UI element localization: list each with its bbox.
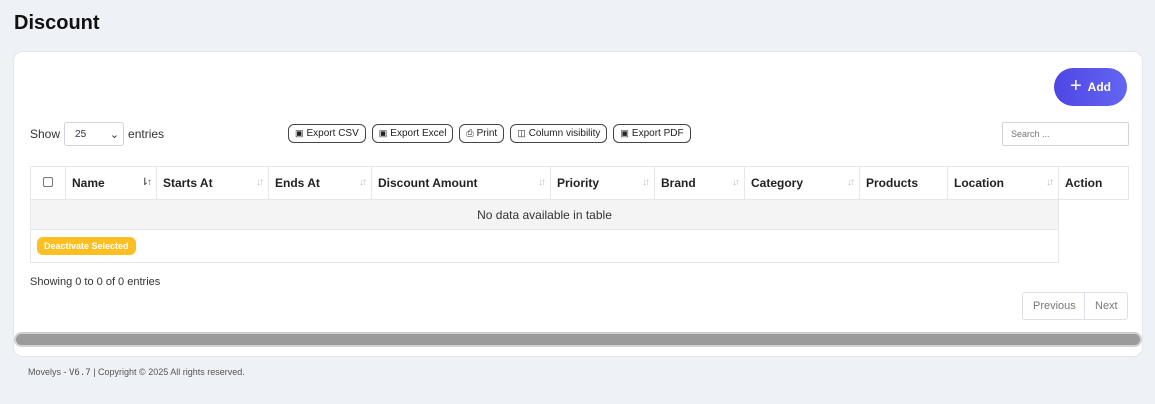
column-label: Name	[72, 176, 105, 190]
column-header-starts-at[interactable]: Starts At ↓↑	[156, 166, 269, 200]
column-header-location[interactable]: Location ↓↑	[947, 166, 1059, 200]
print-button[interactable]: ⎙ Print	[459, 124, 505, 143]
page-length-control: Show 25 ⌄ entries	[30, 122, 164, 146]
page-title: Discount	[14, 12, 100, 34]
column-label: Discount Amount	[378, 176, 478, 190]
select-all-header[interactable]	[30, 166, 66, 200]
sort-icon: ↓↑	[732, 177, 740, 188]
discount-table: Name ⇂↑ Starts At ↓↑ Ends At ↓↑ Discount…	[30, 166, 1129, 263]
page-length-value: 25	[75, 128, 87, 140]
file-csv-icon: ▣	[295, 128, 304, 138]
page-length-select[interactable]: 25 ⌄	[64, 122, 125, 146]
next-page-button[interactable]: Next	[1084, 292, 1128, 320]
export-csv-label: Export CSV	[306, 128, 359, 139]
column-label: Products	[866, 176, 919, 190]
export-pdf-label: Export PDF	[631, 128, 684, 139]
export-excel-button[interactable]: ▣ Export Excel	[371, 124, 454, 143]
footer: Movelys - V6.7 | Copyright © 2025 All ri…	[28, 367, 245, 378]
show-label: Show	[30, 127, 61, 141]
sort-icon: ↓↑	[1046, 177, 1054, 188]
column-label: Location	[954, 176, 1004, 190]
table-footer-row: Deactivate Selected	[30, 229, 1129, 263]
column-label: Category	[751, 176, 804, 190]
footer-version: V6.7	[69, 368, 91, 378]
footer-brand: Movelys -	[28, 367, 70, 377]
column-header-products: Products	[859, 166, 948, 200]
add-button-label: Add	[1087, 80, 1111, 94]
column-label: Priority	[557, 176, 600, 190]
column-visibility-button[interactable]: ◫ Column visibility	[510, 124, 608, 143]
footer-copyright: | Copyright © 2025 All rights reserved.	[90, 367, 245, 377]
sort-icon: ↓↑	[256, 177, 264, 188]
column-header-brand[interactable]: Brand ↓↑	[654, 166, 745, 200]
deactivate-selected-button[interactable]: Deactivate Selected	[37, 237, 136, 255]
file-pdf-icon: ▣	[620, 128, 629, 138]
column-label: Starts At	[163, 176, 213, 190]
file-excel-icon: ▣	[378, 128, 388, 138]
column-label: Action	[1065, 176, 1103, 190]
column-header-action: Action	[1058, 166, 1129, 200]
add-button[interactable]: + Add	[1054, 68, 1127, 106]
horizontal-scrollbar[interactable]	[14, 332, 1142, 347]
print-label: Print	[476, 128, 498, 139]
select-all-checkbox[interactable]	[43, 177, 53, 187]
column-label: Ends At	[275, 176, 320, 190]
previous-page-button[interactable]: Previous	[1022, 292, 1085, 320]
empty-table-message: No data available in table	[30, 199, 1059, 230]
search-input[interactable]	[1002, 122, 1129, 146]
column-header-ends-at[interactable]: Ends At ↓↑	[268, 166, 372, 200]
column-header-discount-amount[interactable]: Discount Amount ↓↑	[371, 166, 551, 200]
column-visibility-label: Column visibility	[528, 128, 601, 139]
column-header-category[interactable]: Category ↓↑	[744, 166, 860, 200]
sort-asc-icon: ⇂↑	[140, 177, 152, 188]
sort-icon: ↓↑	[642, 177, 650, 188]
export-pdf-button[interactable]: ▣ Export PDF	[613, 124, 691, 143]
export-csv-button[interactable]: ▣ Export CSV	[288, 124, 366, 143]
column-header-priority[interactable]: Priority ↓↑	[550, 166, 655, 200]
table-row-empty: No data available in table	[30, 199, 1129, 230]
plus-icon: +	[1069, 75, 1082, 97]
print-icon: ⎙	[466, 128, 474, 138]
columns-icon: ◫	[517, 128, 526, 138]
column-header-name[interactable]: Name ⇂↑	[65, 166, 157, 200]
pagination-info: Showing 0 to 0 of 0 entries	[30, 276, 161, 288]
export-buttons: ▣ Export CSV ▣ Export Excel ⎙ Print ◫ Co…	[288, 124, 691, 143]
chevron-down-icon: ⌄	[109, 128, 120, 141]
column-label: Brand	[661, 176, 696, 190]
sort-icon: ↓↑	[359, 177, 367, 188]
pagination: Previous Next	[1022, 292, 1128, 320]
export-excel-label: Export Excel	[390, 128, 447, 139]
sort-icon: ↓↑	[538, 177, 546, 188]
sort-icon: ↓↑	[847, 177, 855, 188]
entries-label: entries	[128, 127, 165, 141]
table-header-row: Name ⇂↑ Starts At ↓↑ Ends At ↓↑ Discount…	[30, 166, 1129, 200]
